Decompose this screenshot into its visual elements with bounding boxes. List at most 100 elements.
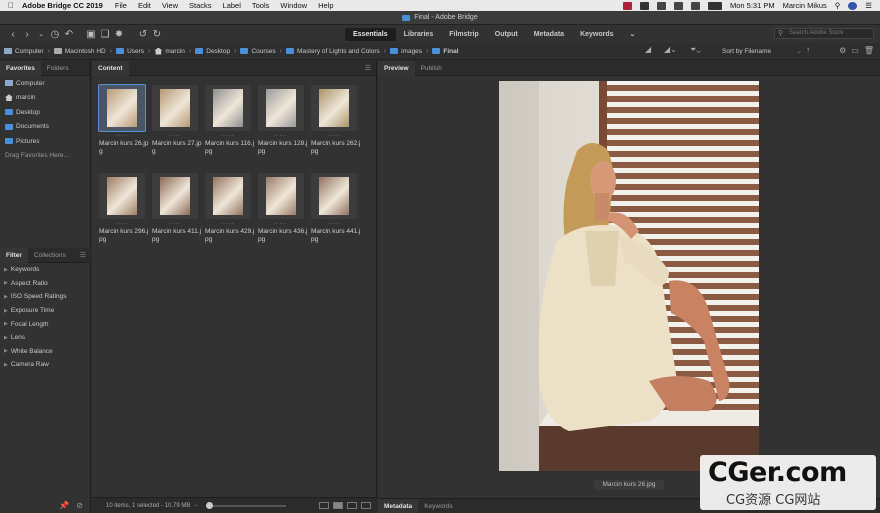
delete-icon[interactable]: 🗑 — [864, 46, 874, 55]
apple-icon[interactable]:  — [0, 1, 22, 10]
thumbnail-item[interactable]: ••••• Marcin kurs 411.jpg — [152, 173, 201, 244]
open-recent-icon[interactable]: ⚙ — [839, 46, 846, 55]
thumbnail-item[interactable]: ••••• Marcin kurs 436.jpg — [258, 173, 308, 244]
thumbnail-image[interactable] — [266, 177, 296, 215]
rating-stars[interactable]: ••••• — [258, 221, 304, 227]
favorite-computer[interactable]: Computer — [0, 76, 90, 91]
rating-stars[interactable]: ••••• — [258, 133, 304, 139]
filter-items-icon[interactable]: ⏷⌄ — [690, 45, 701, 55]
tab-publish[interactable]: Publish — [415, 61, 448, 76]
menu-window[interactable]: Window — [280, 1, 307, 10]
battery-icon[interactable] — [707, 1, 722, 10]
zoom-out-icon[interactable]: − — [194, 503, 198, 509]
thumbnail-image[interactable] — [160, 177, 190, 215]
forward-icon[interactable]: › — [20, 29, 34, 40]
thumbnail-item[interactable]: ••••• Marcin kurs 429.jpg — [205, 173, 255, 244]
notification-center-icon[interactable]: ☰ — [865, 1, 872, 10]
tab-collections[interactable]: Collections — [28, 248, 72, 263]
wifi-icon[interactable] — [673, 1, 683, 10]
crumb-users[interactable]: Users — [116, 48, 144, 55]
tab-preview[interactable]: Preview — [378, 60, 415, 76]
siri-icon[interactable] — [848, 1, 858, 10]
workspace-keywords[interactable]: Keywords — [572, 28, 621, 41]
panel-menu-icon[interactable]: ☰ — [365, 64, 371, 72]
crumb-images[interactable]: images — [390, 48, 422, 55]
boomerang-icon[interactable]: ↶ — [62, 29, 76, 40]
thumbnail-image[interactable] — [213, 177, 243, 215]
slider-knob[interactable] — [205, 501, 213, 509]
filter-focal-length[interactable]: ▶ Focal Length — [0, 317, 91, 331]
tab-metadata[interactable]: Metadata — [378, 498, 419, 513]
star-filter-icon[interactable]: ◢ — [645, 45, 651, 54]
thumbnail-frame[interactable] — [152, 85, 198, 131]
thumbnail-frame[interactable] — [98, 84, 146, 132]
thumbnail-item[interactable]: ••••• Marcin kurs 116.jpg — [205, 85, 254, 156]
filter-lens[interactable]: ▶ Lens — [0, 331, 91, 345]
menu-view[interactable]: View — [162, 1, 178, 10]
rating-stars[interactable]: ••••• — [152, 133, 198, 139]
panel-menu-icon[interactable]: ☰ — [80, 251, 86, 259]
filter-white-balance[interactable]: ▶ White Balance — [0, 345, 91, 359]
thumbnail-image[interactable] — [160, 89, 190, 127]
menu-label[interactable]: Label — [223, 1, 241, 10]
rating-stars[interactable]: ••••• — [99, 133, 145, 139]
tab-folders[interactable]: Folders — [41, 61, 75, 76]
filter-camera-raw[interactable]: ▶ Camera Raw — [0, 358, 91, 372]
back-icon[interactable]: ‹ — [6, 29, 20, 40]
thumbnail-frame[interactable] — [311, 85, 357, 131]
workspace-essentials[interactable]: Essentials — [345, 27, 396, 41]
view-grid-lock-icon[interactable] — [319, 502, 329, 509]
rating-filter-icon[interactable]: ◢⌄ — [664, 45, 677, 54]
filter-aspect-ratio[interactable]: ▶ Aspect Ratio — [0, 277, 91, 291]
crumb-final[interactable]: Final — [432, 48, 459, 55]
thumbnail-item[interactable]: ••••• Marcin kurs 262.jpg — [311, 85, 361, 156]
workspace-filmstrip[interactable]: Filmstrip — [441, 28, 487, 41]
refine-icon[interactable]: ❑ — [98, 29, 112, 40]
thumbnail-frame[interactable] — [205, 173, 251, 219]
thumbnail-frame[interactable] — [205, 85, 251, 131]
thumbnail-image[interactable] — [266, 89, 296, 127]
view-list-icon[interactable] — [361, 502, 371, 509]
thumbnail-frame[interactable] — [258, 85, 304, 131]
recent-files-icon[interactable]: ◷ — [48, 29, 62, 40]
crumb-computer[interactable]: Computer — [4, 48, 44, 55]
rating-stars[interactable]: ••••• — [311, 133, 357, 139]
sort-dropdown[interactable]: Sort by Filename ⌄ — [722, 46, 802, 57]
thumbnail-item[interactable]: ••••• Marcin kurs 26.jpg — [98, 84, 149, 156]
filter-exposure-time[interactable]: ▶ Exposure Time — [0, 304, 91, 318]
menu-stacks[interactable]: Stacks — [189, 1, 212, 10]
tab-keywords[interactable]: Keywords — [418, 499, 459, 513]
thumbnail-item[interactable]: ••••• Marcin kurs 128.jpg — [258, 85, 308, 156]
crumb-desktop[interactable]: Desktop — [195, 48, 230, 55]
rating-stars[interactable]: ••••• — [152, 221, 198, 227]
favorite-desktop[interactable]: Desktop — [0, 105, 90, 120]
rotate-left-icon[interactable]: ↺ — [136, 29, 150, 40]
clear-filter-icon[interactable]: ⊘ — [76, 501, 83, 510]
rating-stars[interactable]: ••••• — [205, 221, 251, 227]
preview-image[interactable] — [499, 81, 759, 471]
parent-folder-icon[interactable]: ⌄ — [34, 30, 48, 38]
workspace-libraries[interactable]: Libraries — [396, 28, 442, 41]
thumbnail-item[interactable]: ••••• Marcin kurs 27.jpg — [152, 85, 202, 156]
tab-favorites[interactable]: Favorites — [0, 60, 41, 76]
crumb-courses[interactable]: Courses — [240, 48, 276, 55]
workspace-metadata[interactable]: Metadata — [526, 28, 572, 41]
workspace-output[interactable]: Output — [487, 28, 526, 41]
user-name[interactable]: Marcin Mikus — [783, 1, 827, 10]
tab-filter[interactable]: Filter — [0, 247, 28, 263]
thumbnail-frame[interactable] — [99, 173, 145, 219]
menu-edit[interactable]: Edit — [138, 1, 151, 10]
stock-search-input[interactable]: ⚲ Search Adobe Stock — [774, 28, 874, 39]
thumbnail-item[interactable]: ••••• Marcin kurs 296.jpg — [99, 173, 149, 244]
thumbnail-frame[interactable] — [311, 173, 357, 219]
status-app-icon[interactable] — [622, 1, 632, 10]
favorite-documents[interactable]: Documents — [0, 120, 90, 135]
volume-icon[interactable] — [690, 1, 700, 10]
sort-ascending-icon[interactable]: ↑ — [806, 45, 810, 54]
favorite-pictures[interactable]: Pictures — [0, 134, 90, 149]
thumbnail-image[interactable] — [319, 89, 349, 127]
crumb-macintosh-hd[interactable]: Macintosh HD — [53, 48, 106, 55]
thumbnail-image[interactable] — [213, 89, 243, 127]
filter-iso[interactable]: ▶ ISO Speed Ratings — [0, 290, 91, 304]
thumbnail-frame[interactable] — [152, 173, 198, 219]
